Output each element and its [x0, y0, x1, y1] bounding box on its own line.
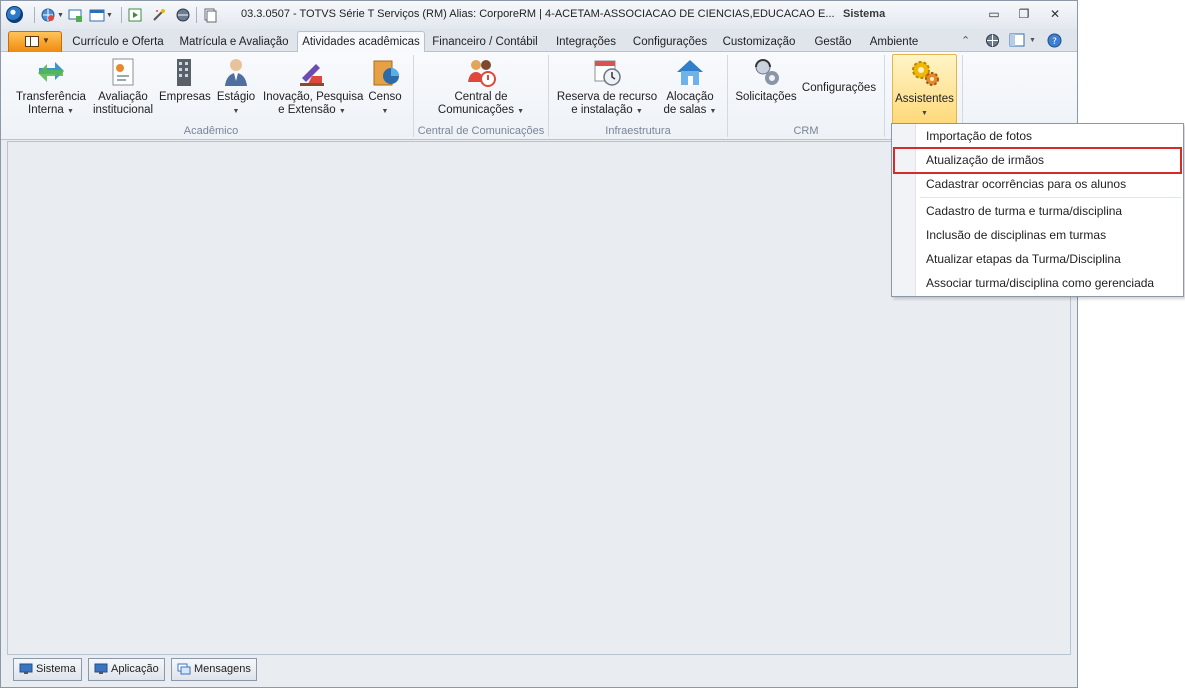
- group-label-crm: CRM: [793, 125, 819, 137]
- chevron-down-icon: ▼: [42, 36, 50, 45]
- chevron-down-icon: ▼: [338, 108, 346, 115]
- tab-atividades-academicas[interactable]: Atividades acadêmicas: [297, 31, 425, 53]
- chevron-down-icon[interactable]: ▼: [1029, 37, 1036, 44]
- run-icon[interactable]: [127, 7, 143, 23]
- chevron-down-icon: ▼: [381, 108, 389, 115]
- empresas-button[interactable]: Empresas: [159, 56, 211, 104]
- quick-access-toolbar: ▼ ▼: [29, 7, 218, 23]
- menu-document-icon: [25, 36, 39, 47]
- restore-icon: ❐: [1018, 7, 1030, 21]
- chevron-down-icon: ▼: [517, 108, 525, 115]
- calendar-clock-icon: [591, 56, 623, 88]
- collapse-ribbon-icon[interactable]: ⌃: [961, 34, 970, 47]
- app-logo-icon[interactable]: [6, 6, 23, 23]
- tab-configuracoes[interactable]: Configurações: [627, 32, 713, 52]
- chevron-down-icon[interactable]: ▼: [106, 12, 113, 19]
- tab-customizacao[interactable]: Customização: [717, 32, 801, 52]
- building-icon: [168, 56, 200, 88]
- bottom-tab-mensagens[interactable]: Mensagens: [171, 658, 257, 681]
- group-label-academico: Acadêmico: [183, 125, 239, 137]
- close-icon: ✕: [1049, 7, 1061, 21]
- screen-refresh-icon[interactable]: [67, 7, 83, 23]
- help-globe-icon[interactable]: [175, 7, 191, 23]
- estagio-button[interactable]: Estágio ▼: [213, 56, 259, 118]
- tab-ambiente[interactable]: Ambiente: [863, 32, 925, 52]
- tab-financeiro-contabil[interactable]: Financeiro / Contábil: [427, 32, 543, 52]
- svg-text:?: ?: [1052, 37, 1057, 47]
- chevron-down-icon: ▼: [232, 108, 240, 115]
- application-window: ▼ ▼ 03.3.0507 - TOTVS Série T Serviços (…: [0, 0, 1078, 688]
- chevron-down-icon: ▼: [67, 108, 74, 115]
- chevron-down-icon: ▼: [921, 110, 928, 117]
- menu-item-cadastrar-ocorrencias[interactable]: Cadastrar ocorrências para os alunos: [926, 177, 1126, 191]
- chevron-down-icon: ▼: [635, 108, 643, 115]
- magic-wand-icon[interactable]: [151, 7, 167, 23]
- avaliacao-institucional-button[interactable]: Avaliação institucional: [91, 56, 155, 117]
- house-icon: [674, 56, 706, 88]
- group-label-infraestrutura: Infraestrutura: [605, 125, 671, 137]
- documents-icon[interactable]: [202, 7, 218, 23]
- globe-icon[interactable]: [985, 33, 1000, 48]
- central-de-comunicacoes-button[interactable]: Central de Comunicações ▼: [431, 56, 531, 118]
- tab-curriculo-e-oferta[interactable]: Currículo e Oferta: [67, 32, 169, 52]
- pie-chart-icon: [369, 56, 401, 88]
- monitor-icon: [19, 663, 33, 675]
- monitor-icon: [94, 663, 108, 675]
- menu-item-cadastro-de-turma[interactable]: Cadastro de turma e turma/disciplina: [926, 204, 1122, 218]
- menu-item-associar-turma-disciplina[interactable]: Associar turma/disciplina como gerenciad…: [926, 276, 1154, 290]
- help-icon[interactable]: ?: [1047, 33, 1062, 48]
- messages-icon: [177, 663, 191, 675]
- ribbon-tab-strip: ▼ Currículo e Oferta Matrícula e Avaliaç…: [1, 29, 1077, 53]
- window-section-label: Sistema: [843, 8, 886, 20]
- menu-item-atualizar-etapas[interactable]: Atualizar etapas da Turma/Disciplina: [926, 252, 1121, 266]
- globe-icon[interactable]: [40, 7, 56, 23]
- title-bar: ▼ ▼ 03.3.0507 - TOTVS Série T Serviços (…: [1, 1, 1077, 29]
- minimize-icon: ▭: [988, 7, 1000, 21]
- alocacao-de-salas-button[interactable]: Alocação de salas ▼: [661, 56, 719, 118]
- bottom-tab-sistema[interactable]: Sistema: [13, 658, 82, 681]
- gears-icon: [909, 58, 941, 90]
- tab-gestao[interactable]: Gestão: [805, 32, 861, 52]
- censo-button[interactable]: Censo ▼: [365, 56, 405, 118]
- solicitacoes-button[interactable]: Solicitações: [735, 56, 797, 104]
- window-icon[interactable]: [89, 7, 105, 23]
- tab-matricula-e-avaliacao[interactable]: Matrícula e Avaliação: [171, 32, 297, 52]
- microscope-icon: [296, 56, 328, 88]
- headset-icon: [750, 56, 782, 88]
- chevron-down-icon[interactable]: ▼: [57, 12, 64, 19]
- minimize-button[interactable]: ▭: [981, 5, 1007, 23]
- transfer-arrows-icon: [35, 56, 67, 88]
- restore-button[interactable]: ❐: [1011, 5, 1037, 23]
- close-button[interactable]: ✕: [1042, 5, 1068, 23]
- people-alert-icon: [465, 56, 497, 88]
- menu-item-inclusao-de-disciplinas[interactable]: Inclusão de disciplinas em turmas: [926, 228, 1106, 242]
- configuracoes-button[interactable]: Configurações: [801, 82, 877, 95]
- evaluation-document-icon: [107, 56, 139, 88]
- inovacao-pesquisa-extensao-button[interactable]: Inovação, Pesquisa e Extensão ▼: [263, 56, 363, 118]
- tab-integracoes[interactable]: Integrações: [547, 32, 625, 52]
- bottom-tab-aplicacao[interactable]: Aplicação: [88, 658, 165, 681]
- window-title: 03.3.0507 - TOTVS Série T Serviços (RM) …: [241, 8, 835, 20]
- person-icon: [220, 56, 252, 88]
- menu-item-importacao-de-fotos[interactable]: Importação de fotos: [926, 129, 1032, 143]
- transferencia-interna-button[interactable]: Transferência Interna ▼: [13, 56, 89, 118]
- chevron-down-icon: ▼: [709, 108, 717, 115]
- group-label-central-de-comunicacoes: Central de Comunicações: [417, 125, 545, 137]
- reserva-de-recurso-button[interactable]: Reserva de recurso e instalação ▼: [555, 56, 659, 118]
- layout-icon[interactable]: [1009, 33, 1025, 47]
- bottom-tab-bar: Sistema Aplicação Mensagens: [1, 655, 1077, 688]
- highlight-annotation: [893, 147, 1182, 174]
- assistentes-button[interactable]: Assistentes ▼: [892, 54, 957, 124]
- application-menu-button[interactable]: ▼: [8, 31, 62, 52]
